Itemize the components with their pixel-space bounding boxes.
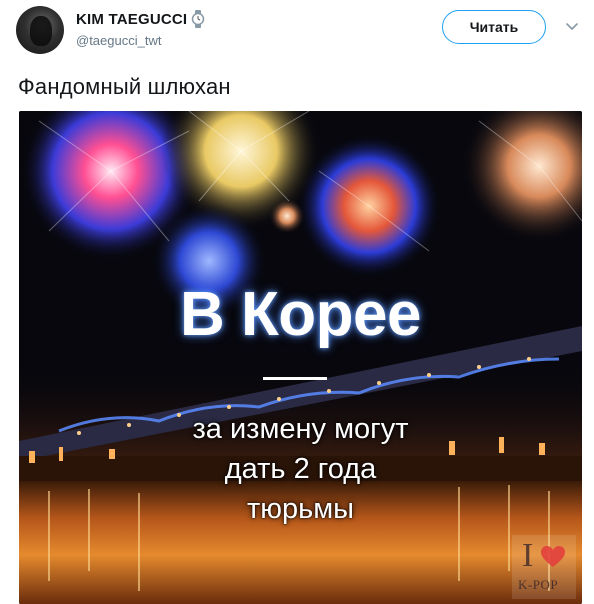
heart-icon: [540, 545, 566, 569]
image-headline: В Корее: [179, 280, 422, 349]
watermark-brand: K-POP: [518, 577, 559, 592]
author-handle[interactable]: @taegucci_twt: [76, 33, 161, 48]
author-display-name[interactable]: KIM TAEGUCCI: [76, 11, 187, 28]
tweet-text: Фандомный шлюхан: [18, 74, 231, 99]
image-body-line: тюрьмы: [246, 493, 355, 525]
tweet-image[interactable]: В Корее за измену могут дать 2 года тюрь…: [19, 111, 582, 604]
image-body-text: за измену могут дать 2 года тюрьмы: [19, 409, 582, 529]
follow-button[interactable]: Читать: [442, 10, 546, 44]
image-body-line: за измену могут: [192, 413, 409, 445]
avatar[interactable]: [16, 6, 64, 54]
author-name-row[interactable]: KIM TAEGUCCI: [76, 10, 205, 28]
fireworks-scene-image: [19, 111, 582, 604]
chevron-down-icon[interactable]: [564, 20, 580, 34]
tweet-header: KIM TAEGUCCI @taegucci_twt Читать: [0, 0, 594, 64]
image-body-line: дать 2 года: [224, 453, 377, 485]
kpop-watermark: I K-POP: [512, 535, 576, 599]
watermark-letter: I: [522, 537, 534, 574]
watch-icon: [191, 10, 205, 28]
headline-divider: [263, 377, 327, 380]
